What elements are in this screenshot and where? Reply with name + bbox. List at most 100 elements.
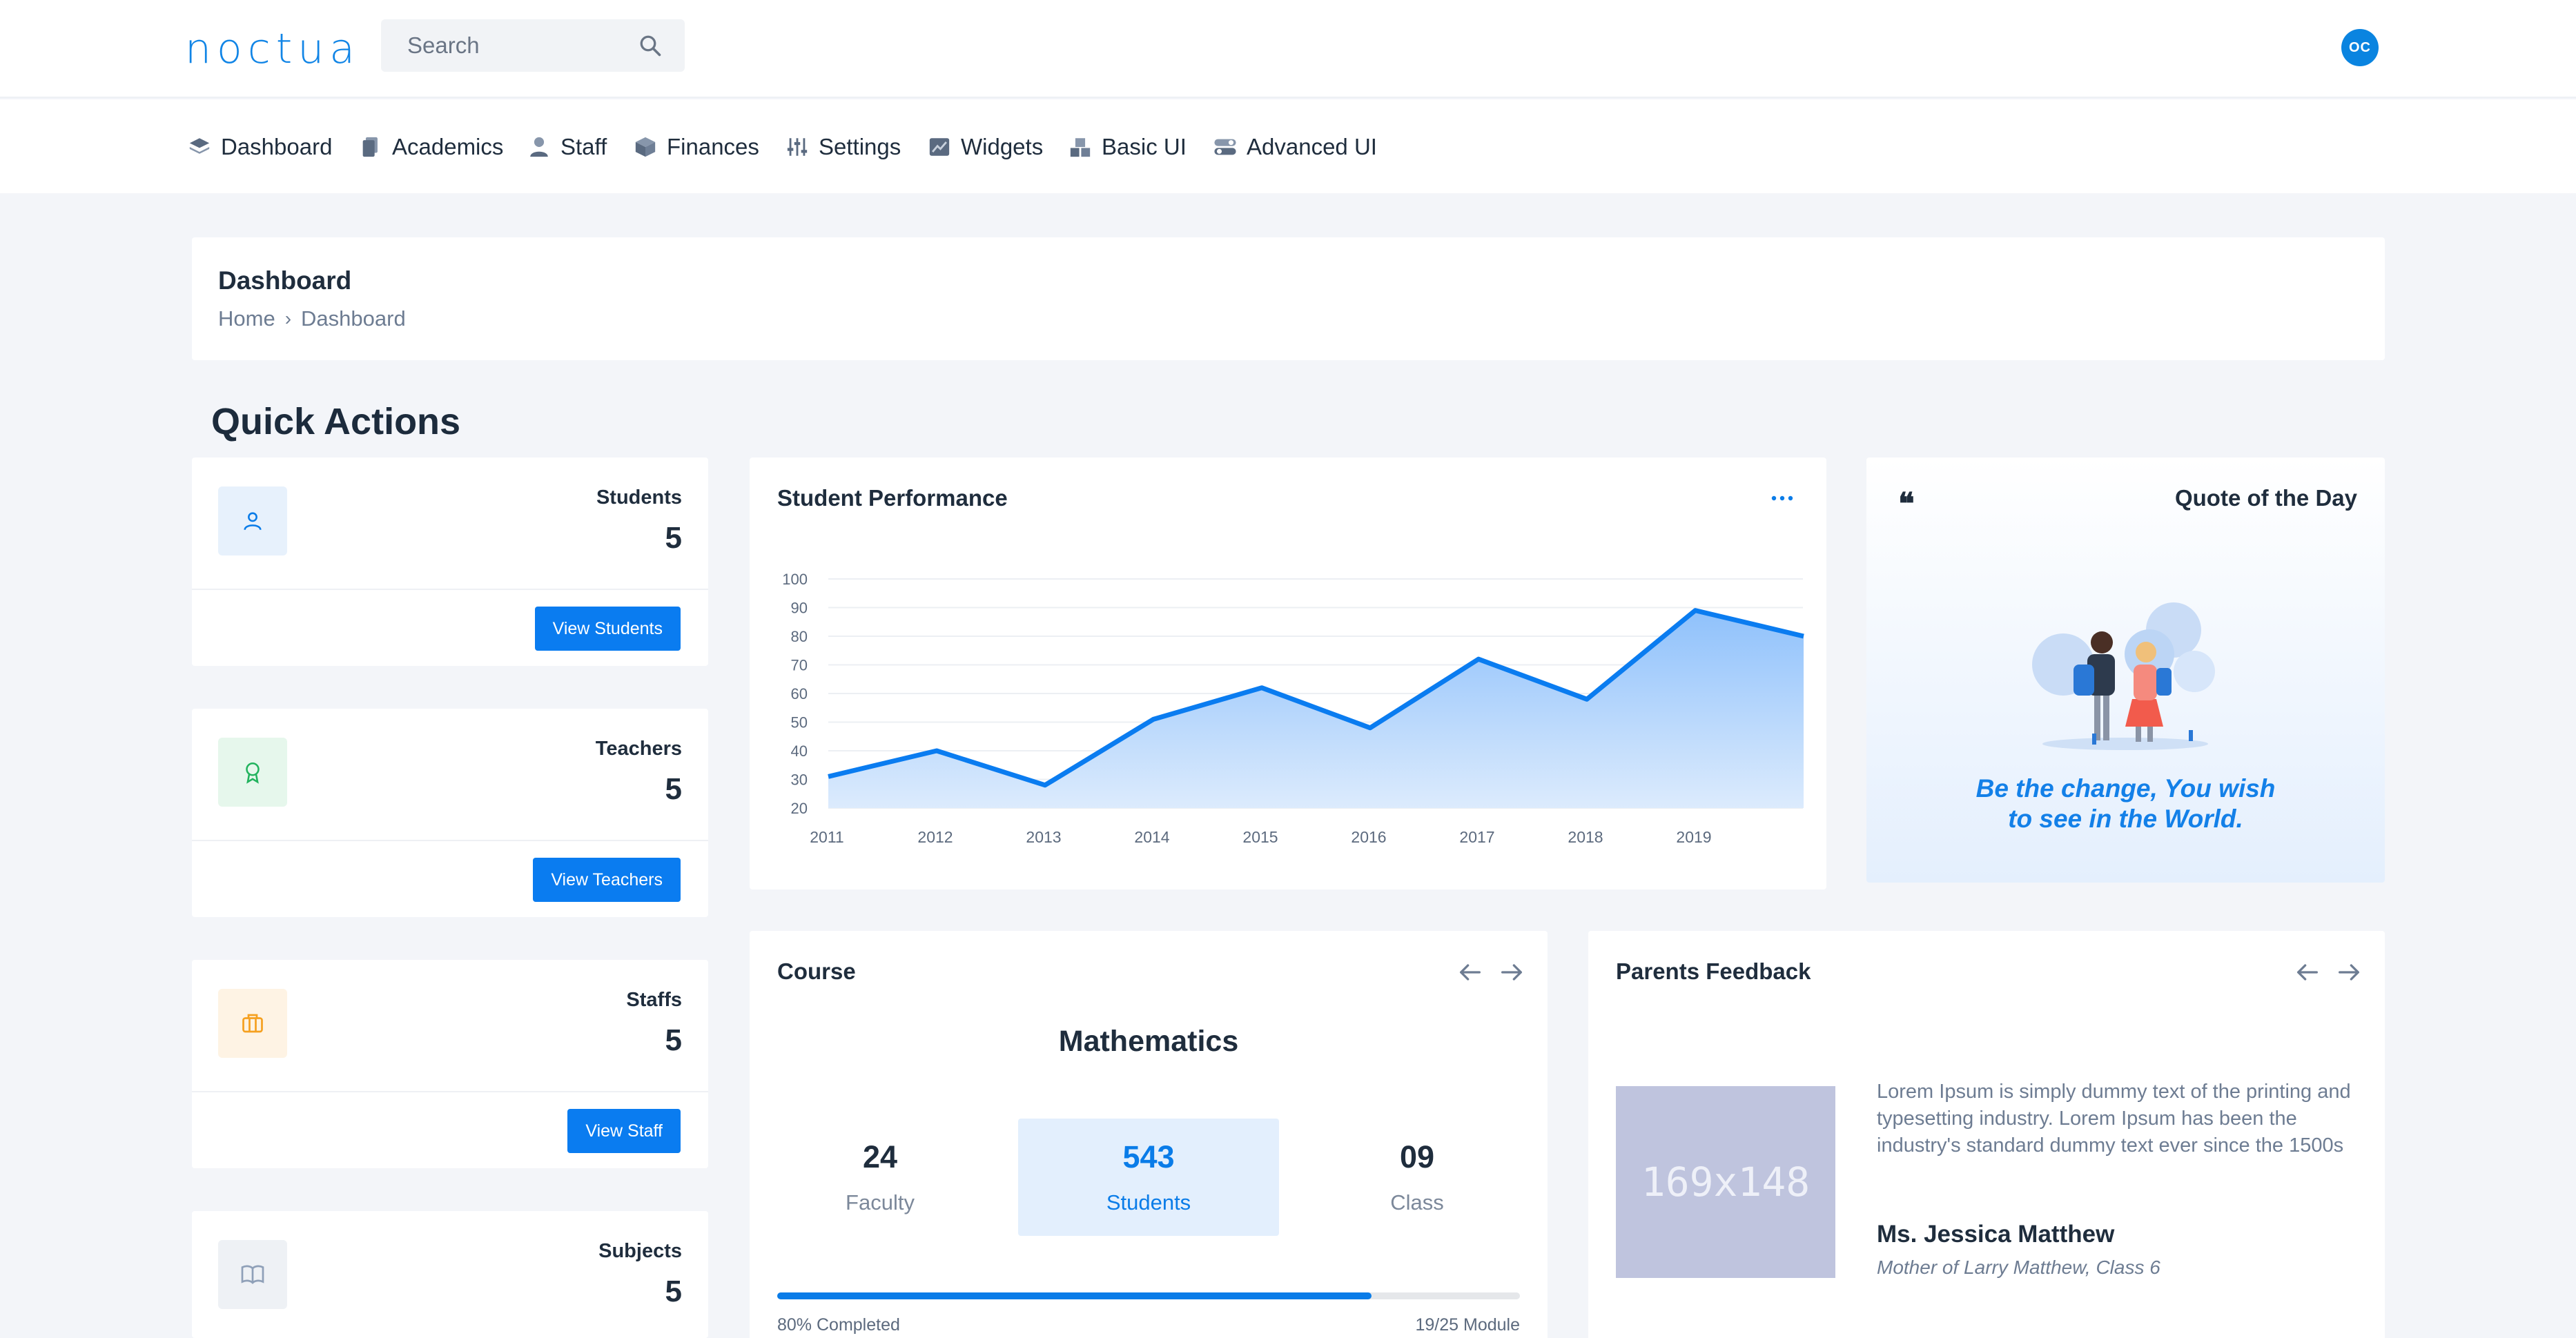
course-card: Course Mathematics 24 Faculty 543 Studen… <box>750 931 1548 1338</box>
quote-line-1: Be the change, You wish <box>1975 774 2276 803</box>
widget-icon <box>929 138 950 156</box>
parents-feedback-card: Parents Feedback 169x148 Lorem Ipsum is … <box>1588 931 2385 1338</box>
stat-label: Subjects <box>598 1240 682 1262</box>
toggle-icon <box>1214 139 1236 155</box>
metric-students[interactable]: 543 Students <box>1018 1119 1279 1236</box>
stat-card-staffs: Staffs 5 View Staff <box>192 960 708 1168</box>
performance-chart: 20 30 40 50 60 70 80 90 100 2011 2012 2013 2014 2015… <box>782 571 1804 846</box>
user-icon <box>218 486 287 555</box>
stat-card-students: Students 5 View Students <box>192 458 708 666</box>
stat-card-teachers: Teachers 5 View Teachers <box>192 709 708 917</box>
nav-label: Settings <box>819 134 901 159</box>
x-tick-label: 2013 <box>1026 828 1061 846</box>
x-tick-label: 2015 <box>1242 828 1278 846</box>
layers-icon <box>189 138 210 154</box>
arrow-right-icon[interactable] <box>2335 958 2363 986</box>
kids-illustration <box>2032 602 2215 750</box>
y-tick-label: 100 <box>782 571 808 588</box>
nav-item-advanced-ui[interactable]: Advanced UI <box>1213 130 1377 164</box>
feedback-text: Lorem Ipsum is simply dummy text of the … <box>1877 1081 2351 1157</box>
nav-label: Finances <box>667 134 759 159</box>
arrow-left-icon[interactable] <box>2294 958 2321 986</box>
y-tick-label: 90 <box>791 600 808 617</box>
briefcase-icon <box>218 989 287 1058</box>
y-tick-label: 20 <box>791 800 808 817</box>
stat-label: Students <box>596 486 682 509</box>
award-icon <box>218 738 287 807</box>
nav-label: Widgets <box>961 134 1044 159</box>
feedback-author-role: Mother of Larry Matthew, Class 6 <box>1877 1257 2160 1278</box>
x-tick-label: 2016 <box>1351 828 1386 846</box>
app-logo[interactable]: noctua <box>185 25 360 73</box>
stat-label: Staffs <box>626 989 682 1011</box>
x-tick-label: 2018 <box>1568 828 1603 846</box>
stat-value: 5 <box>665 1023 682 1057</box>
nav-label: Basic UI <box>1102 134 1187 159</box>
progress-label: 80% Completed <box>777 1315 900 1335</box>
module-label: 19/25 Module <box>1415 1315 1520 1335</box>
nav-item-dashboard[interactable]: Dashboard <box>188 130 332 164</box>
stat-label: Teachers <box>595 738 682 760</box>
search-input[interactable] <box>407 32 628 59</box>
quote-line-2: to see in the World. <box>2008 805 2243 833</box>
parent-photo-placeholder: 169x148 <box>1616 1086 1835 1278</box>
x-tick-label: 2017 <box>1459 828 1494 846</box>
course-progress-bar <box>777 1292 1520 1299</box>
nav-label: Dashboard <box>221 134 333 159</box>
search-icon[interactable] <box>638 33 663 58</box>
y-tick-label: 30 <box>791 771 808 789</box>
y-tick-label: 60 <box>791 685 808 702</box>
view-teachers-button[interactable]: View Teachers <box>533 858 681 902</box>
view-students-button[interactable]: View Students <box>534 607 681 651</box>
x-tick-label: 2012 <box>917 828 953 846</box>
x-tick-label: 2019 <box>1676 828 1711 846</box>
view-staff-button[interactable]: View Staff <box>567 1109 681 1153</box>
blocks-icon <box>1070 138 1091 157</box>
nav-label: Advanced UI <box>1247 134 1377 159</box>
divider <box>192 589 708 590</box>
divider <box>192 1091 708 1092</box>
nav-item-academics[interactable]: Academics <box>359 130 503 164</box>
sliders-icon <box>787 138 808 156</box>
stat-value: 5 <box>665 1275 682 1308</box>
stat-value: 5 <box>665 772 682 806</box>
nav-item-staff[interactable]: Staff <box>527 130 607 164</box>
metric-value: 543 <box>1122 1139 1175 1174</box>
metric-value: 09 <box>1399 1139 1435 1174</box>
user-icon <box>530 137 548 157</box>
metric-class: 09 Class <box>1287 1119 1548 1236</box>
nav-item-basic-ui[interactable]: Basic UI <box>1069 130 1187 164</box>
feedback-author: Ms. Jessica Matthew <box>1877 1221 2115 1248</box>
metric-label: Students <box>1106 1190 1191 1214</box>
quote-text: Be the change, You wish to see in the Wo… <box>1908 774 2343 834</box>
x-tick-label: 2011 <box>810 828 843 846</box>
documents-icon <box>362 137 378 157</box>
top-bar: noctua OC <box>0 0 2576 98</box>
page-header-card: Dashboard Home › Dashboard <box>192 237 2385 360</box>
y-tick-label: 40 <box>791 742 808 760</box>
arrow-left-icon[interactable] <box>1456 958 1484 986</box>
card-title: Parents Feedback <box>1616 958 1811 984</box>
nav-item-widgets[interactable]: Widgets <box>928 130 1043 164</box>
stat-card-subjects: Subjects 5 <box>192 1211 708 1338</box>
y-tick-label: 70 <box>791 657 808 674</box>
nav-item-finances[interactable]: Finances <box>634 130 759 164</box>
metric-label: Class <box>1390 1190 1444 1214</box>
main-nav: Dashboard Academics Staff Finances Setti… <box>0 99 2576 193</box>
nav-item-settings[interactable]: Settings <box>786 130 901 164</box>
card-title: Course <box>777 958 856 984</box>
nav-label: Staff <box>560 134 607 159</box>
breadcrumb-current: Dashboard <box>301 306 406 331</box>
arrow-right-icon[interactable] <box>1498 958 1525 986</box>
card-title: Quote of the Day <box>2174 485 2357 511</box>
metric-faculty: 24 Faculty <box>750 1119 1011 1236</box>
y-tick-label: 50 <box>791 714 808 731</box>
breadcrumb-home[interactable]: Home <box>218 306 275 331</box>
breadcrumb: Home › Dashboard <box>218 306 406 331</box>
y-tick-label: 80 <box>791 628 808 645</box>
page-title: Dashboard <box>218 266 352 295</box>
search-box[interactable] <box>381 19 685 72</box>
user-avatar[interactable]: OC <box>2341 29 2379 66</box>
book-icon <box>218 1240 287 1309</box>
x-tick-label: 2014 <box>1134 828 1169 846</box>
